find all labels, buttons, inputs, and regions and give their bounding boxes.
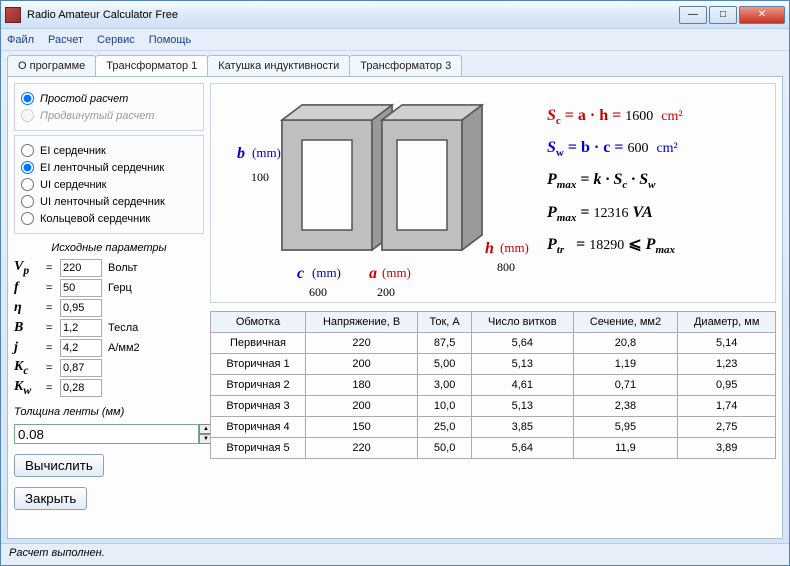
input-kw[interactable]: [60, 379, 102, 397]
label-core-ei: EI сердечник: [40, 145, 106, 157]
label-core-ring: Кольцевой сердечник: [40, 213, 150, 225]
table-header: Число витков: [472, 312, 574, 333]
maximize-button[interactable]: □: [709, 6, 737, 24]
input-eta[interactable]: [60, 299, 102, 317]
calculate-button[interactable]: Вычислить: [14, 454, 104, 477]
tab-about[interactable]: О программе: [7, 55, 96, 76]
table-row: Вторичная 12005,005,131,191,23: [211, 354, 776, 375]
label-core-ei-tape: EI ленточный сердечник: [40, 162, 164, 174]
thickness-input[interactable]: [14, 424, 199, 444]
label-core-ui: UI сердечник: [40, 179, 106, 191]
table-row: Первичная22087,55,6420,85,14: [211, 333, 776, 354]
label-advanced-calc: Продвинутый расчет: [40, 110, 154, 122]
radio-core-ei-tape[interactable]: [21, 161, 34, 174]
menu-file[interactable]: Файл: [7, 34, 34, 46]
input-b[interactable]: [60, 319, 102, 337]
radio-core-ei[interactable]: [21, 144, 34, 157]
table-row: Вторичная 522050,05,6411,93,89: [211, 438, 776, 459]
thickness-label: Толщина ленты (мм): [14, 406, 204, 418]
menu-service[interactable]: Сервис: [97, 34, 135, 46]
app-icon: [5, 7, 21, 23]
table-header: Диаметр, мм: [678, 312, 776, 333]
label-core-ui-tape: UI ленточный сердечник: [40, 196, 165, 208]
table-header: Ток, А: [418, 312, 472, 333]
tab-transformer1[interactable]: Трансформатор 1: [95, 55, 208, 76]
radio-advanced-calc: [21, 109, 34, 122]
radio-core-ui[interactable]: [21, 178, 34, 191]
titlebar: Radio Amateur Calculator Free — □ ✕: [1, 1, 789, 29]
right-panel: b (mm) 100 c (mm) 600 a (mm) 200 h (mm) …: [210, 83, 776, 532]
input-j[interactable]: [60, 339, 102, 357]
input-kc[interactable]: [60, 359, 102, 377]
table-row: Вторичная 21803,004,610,710,95: [211, 375, 776, 396]
app-window: Radio Amateur Calculator Free — □ ✕ Файл…: [0, 0, 790, 566]
table-row: Вторичная 320010,05,132,381,74: [211, 396, 776, 417]
window-title: Radio Amateur Calculator Free: [27, 9, 679, 21]
menubar: Файл Расчет Сервис Помощь: [1, 29, 789, 51]
table-row: Вторичная 415025,03,855,952,75: [211, 417, 776, 438]
thickness-combo[interactable]: ▲▼: [14, 424, 94, 444]
tab-strip: О программе Трансформатор 1 Катушка инду…: [1, 51, 789, 76]
params-section: Исходные параметры Vp=Вольт f=Герц η= B=…: [14, 238, 204, 398]
tab-transformer3[interactable]: Трансформатор 3: [349, 55, 462, 76]
input-f[interactable]: [60, 279, 102, 297]
minimize-button[interactable]: —: [679, 6, 707, 24]
menu-help[interactable]: Помощь: [149, 34, 192, 46]
table-header: Сечение, мм2: [573, 312, 678, 333]
close-panel-button[interactable]: Закрыть: [14, 487, 87, 510]
params-title: Исходные параметры: [14, 242, 204, 254]
diagram-formula-area: b (mm) 100 c (mm) 600 a (mm) 200 h (mm) …: [210, 83, 776, 303]
input-vp[interactable]: [60, 259, 102, 277]
table-header: Напряжение, В: [305, 312, 417, 333]
radio-simple-calc[interactable]: [21, 92, 34, 105]
close-button[interactable]: ✕: [739, 6, 785, 24]
content-area: Простой расчет Продвинутый расчет EI сер…: [7, 76, 783, 539]
menu-calc[interactable]: Расчет: [48, 34, 83, 46]
radio-core-ui-tape[interactable]: [21, 195, 34, 208]
formulas: Sc = a · h = 1600 cm² Sw = b · c = 600 c…: [537, 90, 769, 296]
left-panel: Простой расчет Продвинутый расчет EI сер…: [14, 83, 204, 532]
calc-mode-group: Простой расчет Продвинутый расчет: [14, 83, 204, 131]
status-bar: Расчет выполнен.: [1, 543, 789, 565]
radio-core-ring[interactable]: [21, 212, 34, 225]
core-type-group: EI сердечник EI ленточный сердечник UI с…: [14, 135, 204, 234]
windings-table: ОбмоткаНапряжение, ВТок, АЧисло витковСе…: [210, 311, 776, 459]
tab-inductor[interactable]: Катушка индуктивности: [207, 55, 350, 76]
core-diagram: b (mm) 100 c (mm) 600 a (mm) 200 h (mm) …: [217, 90, 537, 296]
label-simple-calc: Простой расчет: [40, 93, 128, 105]
table-header: Обмотка: [211, 312, 306, 333]
